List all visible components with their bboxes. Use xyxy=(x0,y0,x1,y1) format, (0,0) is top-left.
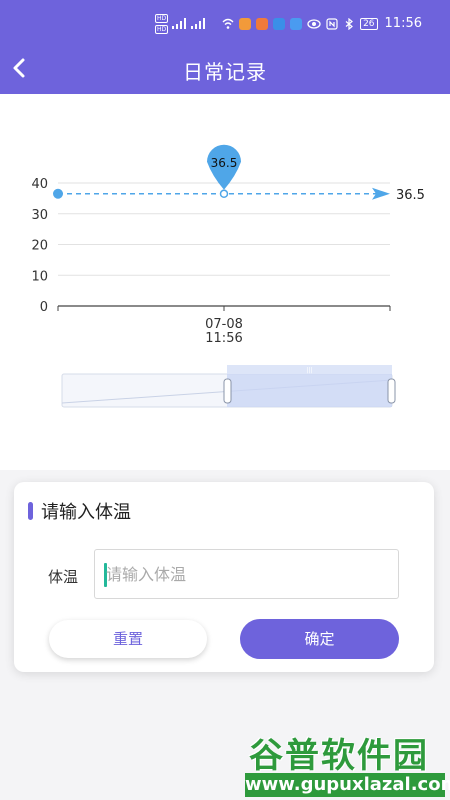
confirm-button[interactable]: 确定 xyxy=(240,619,399,659)
signal-icon xyxy=(172,18,187,29)
end-value-label: 36.5 xyxy=(396,188,425,203)
card-header: 请输入体温 xyxy=(28,500,131,523)
bluetooth-icon xyxy=(345,17,354,30)
signal-icon xyxy=(191,18,206,29)
zoom-grip-icon: ||| xyxy=(306,367,312,374)
nfc-icon xyxy=(326,17,338,30)
page-title: 日常记录 xyxy=(183,60,267,84)
watermark-title: 谷普软件园 xyxy=(249,736,429,776)
hd-badge: HD xyxy=(155,14,169,23)
app-notification-icon xyxy=(290,17,303,30)
status-bar: HD HD 26 11:56 xyxy=(0,12,450,40)
line-chart: 0 10 20 30 40 36.5 36.5 07-0811:56 ||| xyxy=(31,144,425,408)
battery-indicator: 26 xyxy=(360,17,378,30)
temperature-input[interactable] xyxy=(106,550,391,598)
wifi-icon xyxy=(222,18,234,29)
reset-button[interactable]: 重置 xyxy=(49,620,207,658)
watermark-logo: 谷普软件园 www.gupuxlazal.com xyxy=(245,728,450,798)
app-notification-icon xyxy=(256,17,269,30)
zoom-handle-left[interactable] xyxy=(223,378,232,404)
temperature-form-card: 请输入体温 体温 重置 确定 xyxy=(14,482,434,672)
y-tick-label: 0 xyxy=(40,300,48,315)
line-start-dot xyxy=(53,188,63,199)
card-title: 请输入体温 xyxy=(41,502,131,523)
x-tick-label: 07-08 xyxy=(205,317,243,332)
y-tick-label: 30 xyxy=(31,208,48,223)
network-indicators: HD HD xyxy=(155,14,206,34)
y-tick-label: 20 xyxy=(31,239,48,254)
title-accent-bar xyxy=(28,502,33,520)
temperature-label: 体温 xyxy=(48,568,79,586)
zoom-window xyxy=(227,374,392,407)
watermark-url: www.gupuxlazal.com xyxy=(245,773,450,797)
app-notification-icon xyxy=(273,17,286,30)
top-bar: HD HD 26 11:56 日常记录 xyxy=(0,0,450,94)
temperature-input-box[interactable] xyxy=(94,549,399,599)
x-tick-label: 11:56 xyxy=(205,331,242,346)
marker-label: 36.5 xyxy=(211,156,238,170)
hd-badge: HD xyxy=(155,25,169,34)
app-notification-icon xyxy=(239,17,252,30)
y-tick-label: 40 xyxy=(31,177,48,192)
nav-bar: 日常记录 xyxy=(0,48,450,88)
y-tick-label: 10 xyxy=(31,269,48,284)
status-icons: 26 11:56 xyxy=(222,16,422,31)
status-time: 11:56 xyxy=(384,16,422,31)
temperature-chart: 0 10 20 30 40 36.5 36.5 07-08 11:56 ||| xyxy=(0,94,450,470)
data-point xyxy=(219,189,229,199)
zoom-handle-right[interactable] xyxy=(387,378,396,404)
eye-icon xyxy=(307,18,321,29)
